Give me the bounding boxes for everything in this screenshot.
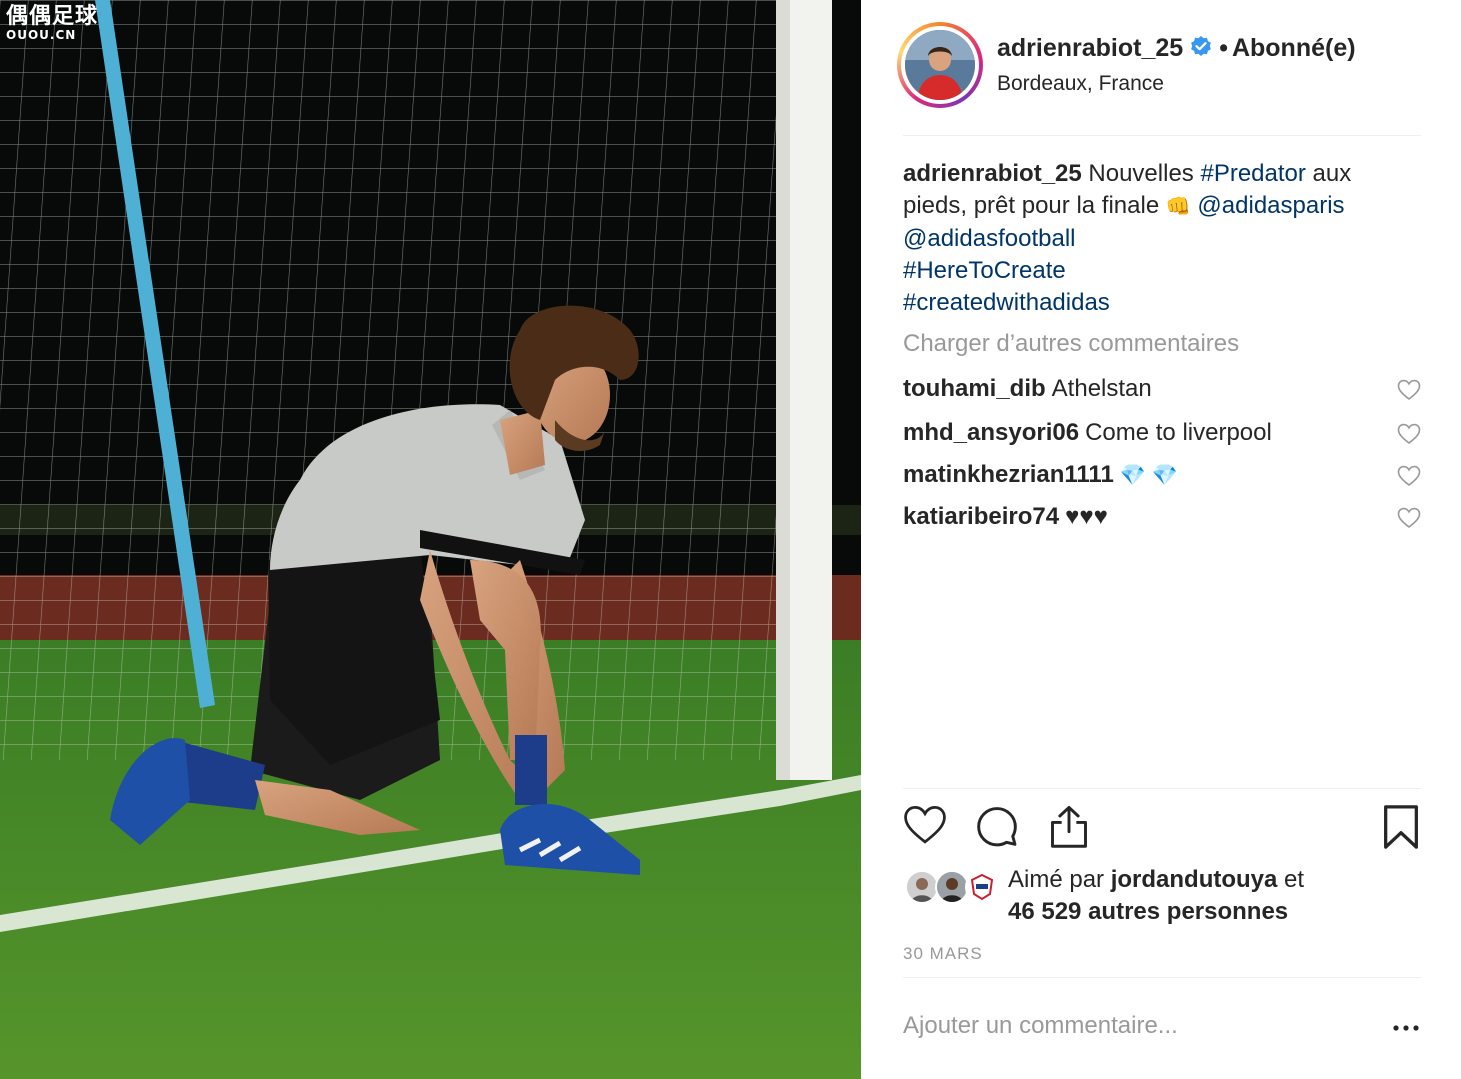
watermark: 偶偶足球 OUOU.CN: [6, 4, 99, 42]
more-options-icon[interactable]: [1391, 1018, 1421, 1038]
comment-text: Athelstan: [1051, 375, 1152, 402]
caption-line-4: #HereToCreate: [903, 255, 1421, 287]
post-photo[interactable]: 偶偶足球 OUOU.CN: [0, 0, 861, 1079]
likes-text: Aimé par jordandutouya et 46 529 autres …: [1008, 864, 1304, 928]
verified-badge-icon: [1189, 35, 1213, 66]
liker-avatar[interactable]: [935, 870, 969, 904]
comment-like-heart-icon[interactable]: [1397, 507, 1421, 536]
follow-status-button[interactable]: Abonné(e): [1232, 34, 1356, 62]
post-photo-illustration: [0, 0, 861, 1079]
avatar-story-ring[interactable]: [897, 22, 983, 108]
comment-like-heart-icon[interactable]: [1397, 465, 1421, 494]
comment-username-link[interactable]: touhami_dib: [903, 375, 1046, 402]
comment-username-link[interactable]: katiaribeiro74: [903, 503, 1059, 530]
add-comment-input[interactable]: Ajouter un commentaire...: [903, 1012, 1178, 1040]
watermark-sub-text: OUOU.CN: [6, 28, 77, 42]
caption-text: pieds, prêt pour la finale: [903, 192, 1160, 219]
header-username-row: adrienrabiot_25 • Abonné(e): [997, 34, 1356, 66]
caption-text: Nouvelles: [1088, 160, 1201, 187]
hashtag-createdwithadidas-link[interactable]: #createdwithadidas: [903, 289, 1110, 316]
actions-divider: [903, 788, 1421, 789]
caption-line-1: adrienrabiot_25 Nouvelles #Predator aux: [903, 158, 1421, 190]
hashtag-heretocreate-link[interactable]: #HereToCreate: [903, 257, 1066, 284]
likes-count-link[interactable]: 46 529 autres personnes: [1008, 898, 1288, 925]
caption-line-2: pieds, prêt pour la finale 👊 @adidaspari…: [903, 190, 1421, 223]
location-link[interactable]: Bordeaux, France: [997, 72, 1164, 96]
liker-avatar[interactable]: [965, 870, 999, 904]
post-date[interactable]: 30 MARS: [903, 944, 983, 964]
comment-like-heart-icon[interactable]: [1397, 423, 1421, 452]
comment-text: ♥♥♥: [1065, 503, 1108, 530]
post-action-bar: [903, 804, 1421, 856]
caption-username-link[interactable]: adrienrabiot_25: [903, 160, 1082, 187]
comment-item: matinkhezrian1111 💎 💎: [903, 461, 1421, 495]
share-upload-icon[interactable]: [1047, 804, 1091, 855]
avatar[interactable]: [905, 30, 975, 100]
load-more-comments-button[interactable]: Charger d’autres commentaires: [903, 330, 1239, 358]
mention-adidasparis-link[interactable]: @adidasparis: [1197, 192, 1344, 219]
hashtag-predator-link[interactable]: #Predator: [1200, 160, 1305, 187]
caption-line-5: #createdwithadidas: [903, 287, 1421, 319]
likes-suffix: et: [1277, 866, 1305, 893]
comment-text: Come to liverpool: [1085, 419, 1272, 446]
liker-avatar[interactable]: [905, 870, 939, 904]
comment-username-link[interactable]: mhd_ansyori06: [903, 419, 1079, 446]
likes-summary: Aimé par jordandutouya et 46 529 autres …: [903, 864, 1421, 930]
heart-outline-icon[interactable]: [903, 804, 947, 851]
caption-line-3: @adidasfootball: [903, 223, 1421, 255]
post-side-panel: adrienrabiot_25 • Abonné(e) Bordeaux, Fra…: [861, 0, 1461, 1079]
liked-by-username-link[interactable]: jordandutouya: [1111, 866, 1278, 893]
header-username-link[interactable]: adrienrabiot_25: [997, 34, 1183, 62]
comment-username-link[interactable]: matinkhezrian1111: [903, 461, 1114, 488]
speech-bubble-icon[interactable]: [975, 804, 1019, 853]
bookmark-icon[interactable]: [1381, 804, 1421, 855]
comment-item: katiaribeiro74 ♥♥♥: [903, 503, 1421, 537]
comment-input-divider: [903, 977, 1421, 978]
comment-item: touhami_dib Athelstan: [903, 375, 1421, 409]
header-divider: [903, 135, 1421, 136]
mention-adidasfootball-link[interactable]: @adidasfootball: [903, 225, 1075, 252]
watermark-main-text: 偶偶足球: [6, 4, 99, 29]
comment-item: mhd_ansyori06 Come to liverpool: [903, 419, 1421, 453]
fist-emoji-icon: 👊: [1165, 196, 1191, 218]
post-caption: adrienrabiot_25 Nouvelles #Predator aux …: [903, 158, 1421, 319]
post-header: adrienrabiot_25 • Abonné(e) Bordeaux, Fra…: [897, 22, 1421, 112]
comment-text: 💎 💎: [1119, 464, 1178, 487]
follow-separator: •: [1219, 34, 1228, 62]
avatar-picture: [905, 30, 975, 100]
likes-prefix: Aimé par: [1008, 866, 1111, 893]
caption-text: aux: [1305, 160, 1352, 187]
comment-like-heart-icon[interactable]: [1397, 379, 1421, 408]
